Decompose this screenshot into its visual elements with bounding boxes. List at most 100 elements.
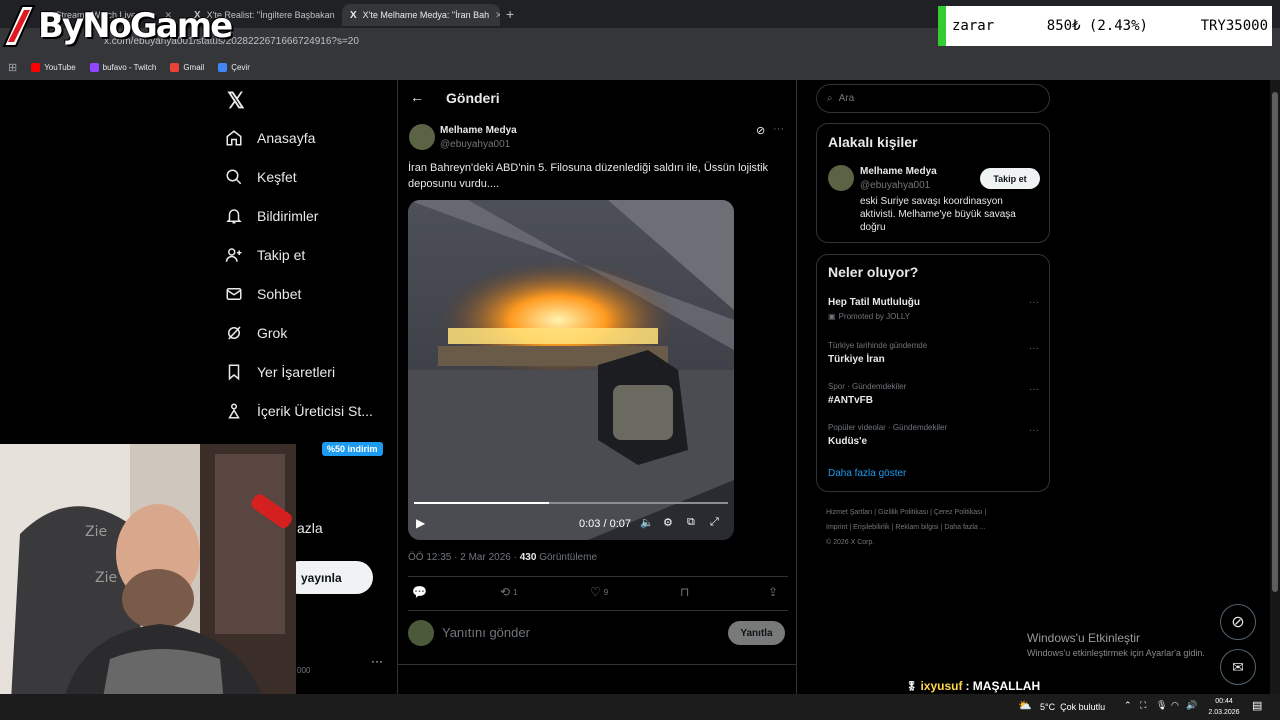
trend-name[interactable]: #ANTvFB [828,395,873,406]
play-icon[interactable]: ▶ [416,516,425,530]
related-name[interactable]: Melhame Medya [860,166,937,177]
nav-item-home[interactable]: Anasayfa [225,129,315,147]
video-frame [408,200,734,540]
bookmark-label: bufavo - Twitch [102,62,157,72]
views-label: Görüntüleme [539,552,598,563]
trend-name[interactable]: Hep Tatil Mutluluğu [828,297,920,308]
share-icon[interactable]: ⇪ [768,585,778,599]
footer-link[interactable]: Daha fazla ... [944,524,985,531]
clock[interactable]: 00:44 2.03.2026 [1206,696,1242,718]
nav-item-bookmarks[interactable]: Yer İşaretleri [225,363,335,381]
new-tab-icon[interactable]: + [506,6,514,22]
nav-item-notifications[interactable]: Bildirimler [225,207,318,225]
trend-name[interactable]: Kudüs'e [828,436,867,447]
settings-icon[interactable]: ⚙ [663,516,673,529]
ticker-total: TRY35000 [1200,18,1268,34]
badge-icon: 🎖 [906,680,918,691]
volume-icon[interactable]: 🔈 [640,516,654,529]
avatar[interactable] [409,124,435,150]
post-button[interactable]: yayınla [283,561,373,594]
bookmark-label: Çevir [231,62,250,72]
microphone-icon[interactable]: 🎙 [1156,700,1167,711]
nav-item-follow[interactable]: Takip et [225,246,305,264]
scrollbar[interactable] [1270,80,1280,694]
copyright: © 2026 X Corp. [826,539,875,546]
trend-name[interactable]: Türkiye İran [828,354,885,365]
video-player[interactable]: ▶ 0:03 / 0:07 🔈 ⚙ ⧉ ⤢ [408,200,734,540]
heart-icon: ♡ [590,585,601,599]
svg-text:Zie: Zie [95,570,117,586]
reply-input[interactable]: Yanıtını gönder [442,625,530,640]
nav-item-more[interactable]: azla [297,520,323,536]
bookmark-gmail[interactable]: Gmail [170,62,204,72]
bookmark-twitch[interactable]: bufavo - Twitch [89,62,157,72]
nav-label: Anasayfa [257,130,316,146]
chat-text: : MAŞALLAH [965,679,1041,693]
footer-link[interactable]: Imprint [826,524,847,531]
footer-link[interactable]: Çerez Politikası [934,509,983,516]
footer-link[interactable]: Gizlilik Politikası [878,509,928,516]
wifi-icon[interactable]: ◠ [1171,700,1179,711]
related-handle[interactable]: @ebuyahya001 [860,180,930,191]
bookmark-youtube[interactable]: YouTube [31,62,76,72]
apps-grid-icon[interactable]: ⊞ [8,61,17,74]
picture-in-picture-icon[interactable]: ⧉ [687,516,695,529]
speaker-icon[interactable]: 🔊 [1186,700,1197,711]
stream-ticker: zarar 850₺ (2.43%) TRY35000 [938,6,1272,46]
retweet-button[interactable]: ⟲ 1 [500,585,518,599]
reply-icon[interactable]: 💬 [412,585,427,599]
more-dots-icon[interactable]: ··· [773,123,784,135]
footer-link[interactable]: Erişilebilirlik [853,524,890,531]
nav-item-grok[interactable]: Grok [225,324,287,342]
avatar[interactable] [828,165,854,191]
notifications-icon[interactable]: ▤ [1252,699,1262,712]
tray-chevron-icon[interactable]: ⌃ [1124,700,1132,711]
footer-link[interactable]: Reklam bilgisi [895,524,938,531]
more-dots-icon[interactable]: ··· [1029,384,1039,395]
clock-time: 00:44 [1215,698,1233,705]
logo-mark-icon [2,5,36,47]
trend-sub: Promoted by JOLLY [838,312,911,321]
nav-item-explore[interactable]: Keşfet [225,168,297,186]
fullscreen-icon[interactable]: ⤢ [710,516,719,529]
weather-text[interactable]: 5°C Çok bulutlu [1040,702,1105,712]
author-handle[interactable]: @ebuyahya001 [440,139,510,150]
x-logo-icon[interactable]: 𝕏 [227,88,245,114]
bookmark-icon[interactable]: ⊓ [680,585,689,599]
footer-links: Hizmet Şartları | Gizlilik Politikası | … [826,509,987,546]
post-text: İran Bahreyn'deki ABD'nin 5. Filosuna dü… [408,162,769,190]
more-dots-icon[interactable]: ··· [1029,343,1039,354]
svg-text:Zie: Zie [85,524,107,540]
windows-taskbar: ⛅ 5°C Çok bulutlu ⌃ ⛶ 🎙 ◠ 🔊 00:44 2.03.2… [0,694,1280,720]
footer-link[interactable]: Hizmet Şartları [826,509,872,516]
mail-icon[interactable]: ✉ [1220,649,1256,685]
more-dots-icon[interactable]: ··· [371,654,383,668]
more-dots-icon[interactable]: ··· [1029,425,1039,436]
show-more-link[interactable]: Daha fazla göster [828,468,906,479]
grok-icon [228,326,241,340]
reply-button[interactable]: Yanıtla [728,621,785,645]
scrollbar-thumb[interactable] [1272,92,1278,592]
search-input[interactable]: ⌕ Ara [816,84,1050,113]
video-progress-track[interactable] [414,502,728,504]
related-bio: eski Suriye savaşı koordinasyon aktivist… [860,196,1016,233]
page-title: Gönderi [446,90,500,106]
ticker-change: 850₺ (2.43%) [1046,18,1148,34]
grok-icon[interactable]: ⊘ [756,124,765,137]
bell-icon [226,209,242,224]
tray-network-icon[interactable]: ⛶ [1140,700,1146,711]
back-arrow-icon[interactable]: ← [410,89,424,105]
close-icon[interactable]: ✕ [495,10,500,21]
grok-icon[interactable]: ⊘ [1220,604,1256,640]
nav-item-messages[interactable]: Sohbet [225,285,301,303]
like-button[interactable]: ♡ 9 [590,585,608,599]
follow-icon [225,248,242,262]
more-dots-icon[interactable]: ··· [1029,297,1039,308]
clock-date: 2.03.2026 [1208,709,1240,716]
browser-tab-active[interactable]: X X'te Melhame Medya: "İran Bah ✕ [342,4,500,26]
trend-context: Türkiye tarihinde gündemde [828,341,928,350]
follow-button[interactable]: Takip et [980,168,1040,189]
author-name[interactable]: Melhame Medya [440,125,517,136]
nav-item-creator-studio[interactable]: İçerik Üreticisi St... [225,402,373,420]
bookmark-translate[interactable]: Çevir [218,62,250,72]
